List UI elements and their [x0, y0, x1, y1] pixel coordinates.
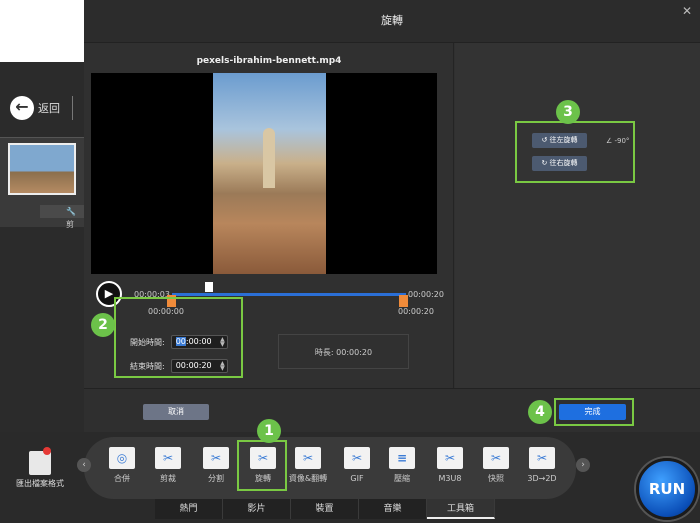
tab-audio[interactable]: 音樂 — [359, 499, 427, 519]
timeline-track[interactable] — [172, 293, 406, 296]
timeline-end-label: 00:00:20 — [398, 307, 434, 316]
video-thumbnail[interactable] — [8, 143, 76, 195]
3d-icon: ✂ — [529, 447, 555, 469]
tool-compress[interactable]: ≡ 壓縮 — [382, 447, 422, 483]
duration-display: 時長: 00:00:20 — [278, 334, 409, 369]
tool-label: 快照 — [488, 474, 504, 483]
category-tabs: 熱門 影片 裝置 音樂 工具箱 — [155, 499, 495, 519]
tool-trim[interactable]: ✂ 剪裁 — [148, 447, 188, 483]
tool-label: 合併 — [114, 474, 130, 483]
export-format-button[interactable]: 匯出檔案格式 — [12, 447, 68, 489]
tool-label: 3D→2D — [527, 474, 557, 483]
tab-video[interactable]: 影片 — [223, 499, 291, 519]
m3u8-icon: ✂ — [437, 447, 463, 469]
tool-label: M3U8 — [438, 474, 462, 483]
highlight-rotate-tool — [237, 440, 287, 491]
tab-popular[interactable]: 熱門 — [155, 499, 223, 519]
tool-snapshot[interactable]: ✂ 快照 — [476, 447, 516, 483]
run-button[interactable]: RUN — [636, 458, 698, 520]
merge-icon: ◎ — [109, 447, 135, 469]
back-arrow-icon: ← — [10, 96, 34, 120]
divider — [72, 96, 73, 120]
flip-icon: ✂ — [295, 447, 321, 469]
step-badge-2: 2 — [91, 313, 115, 337]
tool-label: 資像&翻轉 — [288, 474, 328, 483]
step-badge-3: 3 — [556, 100, 580, 124]
trim-bar[interactable]: 🔧 剪 — [40, 205, 84, 229]
highlight-done-button — [554, 398, 634, 426]
tool-m3u8[interactable]: ✂ M3U8 — [430, 447, 470, 483]
tool-label: 分割 — [208, 474, 224, 483]
chevron-left-icon[interactable]: ‹ — [77, 458, 91, 472]
highlight-rotate-buttons — [515, 121, 635, 183]
playhead[interactable] — [205, 282, 213, 292]
cancel-button[interactable]: 取消 — [143, 404, 209, 420]
tool-label: GIF — [350, 474, 364, 483]
tool-merge[interactable]: ◎ 合併 — [102, 447, 142, 483]
tool-label: 壓縮 — [394, 474, 410, 483]
trim-handle-end[interactable] — [399, 295, 408, 307]
highlight-time-fields — [114, 297, 243, 378]
dialog-title: 旋轉 — [84, 0, 700, 42]
close-icon[interactable]: ✕ — [682, 4, 692, 18]
tab-toolbox[interactable]: 工具箱 — [427, 499, 495, 519]
back-button[interactable]: ← 返回 — [10, 96, 60, 120]
tool-3d-to-2d[interactable]: ✂ 3D→2D — [522, 447, 562, 483]
tab-device[interactable]: 裝置 — [291, 499, 359, 519]
rotate-controls-panel — [455, 43, 700, 388]
snapshot-icon: ✂ — [483, 447, 509, 469]
gif-icon: ✂ — [344, 447, 370, 469]
export-format-label: 匯出檔案格式 — [16, 479, 64, 488]
tool-split[interactable]: ✂ 分割 — [196, 447, 236, 483]
top-left-blank — [0, 0, 84, 62]
step-badge-4: 4 — [528, 400, 552, 424]
chevron-right-icon[interactable]: › — [576, 458, 590, 472]
video-preview — [91, 73, 437, 274]
end-time: 00:00:20 — [408, 290, 444, 299]
export-document-icon — [29, 447, 51, 475]
back-label: 返回 — [38, 102, 60, 115]
video-file-name: pexels-ibrahim-bennett.mp4 — [196, 56, 342, 66]
step-badge-1: 1 — [257, 419, 281, 443]
scissors-icon: ✂ — [155, 447, 181, 469]
split-icon: ✂ — [203, 447, 229, 469]
tool-gif[interactable]: ✂ GIF — [337, 447, 377, 483]
compress-icon: ≡ — [389, 447, 415, 469]
video-frame — [213, 73, 326, 274]
tower-image — [263, 128, 275, 188]
tool-label: 剪裁 — [160, 474, 176, 483]
tool-mirror-flip[interactable]: ✂ 資像&翻轉 — [288, 447, 328, 483]
